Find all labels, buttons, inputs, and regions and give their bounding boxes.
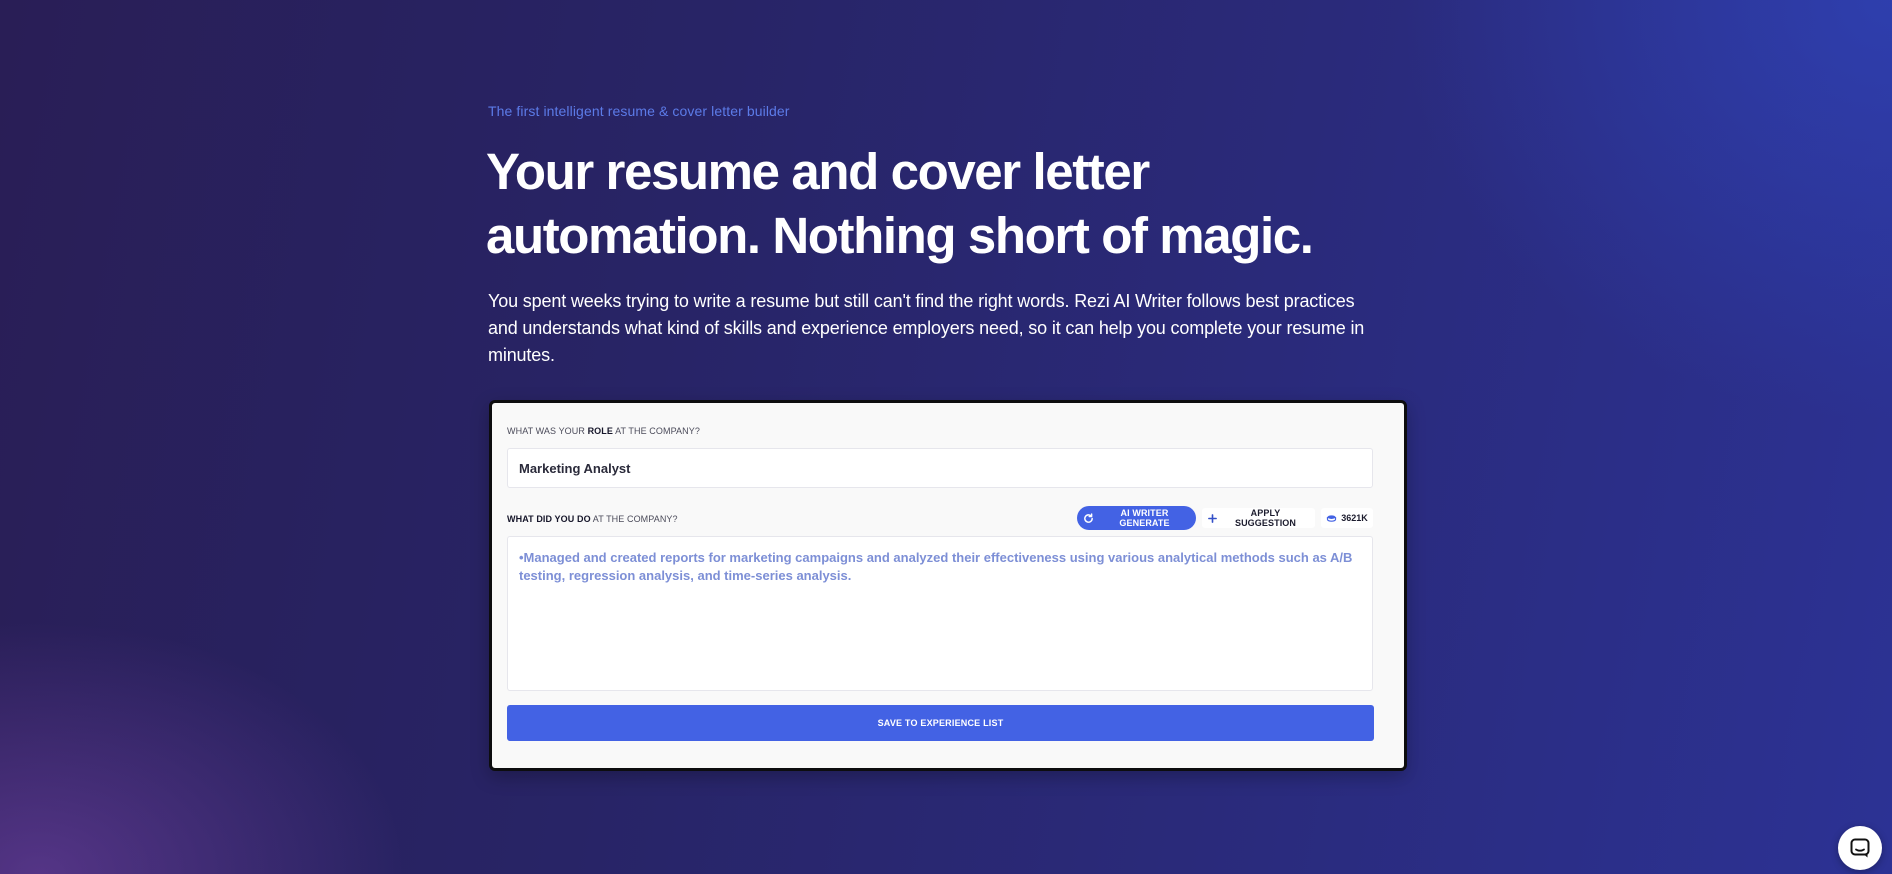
description-field-label: WHAT DID YOU DO AT THE COMPANY? bbox=[507, 514, 678, 524]
role-label-prefix: WHAT WAS YOUR bbox=[507, 426, 588, 436]
hero-subtitle: You spent weeks trying to write a resume… bbox=[488, 291, 1365, 365]
role-label-bold: ROLE bbox=[587, 426, 613, 436]
plus-icon bbox=[1208, 513, 1217, 523]
role-field-label: WHAT WAS YOUR ROLE AT THE COMPANY? bbox=[507, 426, 700, 436]
refresh-icon bbox=[1083, 512, 1094, 524]
role-label-suffix: AT THE COMPANY? bbox=[612, 426, 700, 436]
credits-badge: 3621K bbox=[1321, 508, 1373, 528]
headline-line-1: Your resume and cover letter bbox=[486, 143, 1150, 200]
apply-suggestion-button[interactable]: APPLY SUGGESTION bbox=[1202, 508, 1315, 528]
eyebrow-text: The first intelligent resume & cover let… bbox=[488, 103, 790, 119]
hero-headline: Your resume and cover letter automation.… bbox=[486, 140, 1386, 268]
headline-line-2: automation. Nothing short of magic. bbox=[486, 207, 1314, 264]
ai-writer-demo-card: WHAT WAS YOUR ROLE AT THE COMPANY? WHAT … bbox=[489, 400, 1407, 771]
credits-value: 3621K bbox=[1341, 513, 1368, 523]
description-label-bold: WHAT DID YOU DO bbox=[507, 514, 591, 524]
chat-icon bbox=[1849, 837, 1871, 859]
description-textarea[interactable]: •Managed and created reports for marketi… bbox=[507, 536, 1373, 691]
description-label-suffix: AT THE COMPANY? bbox=[590, 514, 678, 524]
role-input[interactable] bbox=[507, 448, 1373, 488]
apply-suggestion-label: APPLY SUGGESTION bbox=[1234, 508, 1296, 528]
ai-writer-generate-button[interactable]: AI WRITER GENERATE bbox=[1077, 506, 1196, 530]
coin-stack-icon bbox=[1326, 514, 1337, 523]
ai-writer-generate-label: AI WRITER GENERATE bbox=[1119, 508, 1170, 528]
description-text: •Managed and created reports for marketi… bbox=[519, 550, 1353, 583]
save-to-experience-list-button[interactable]: SAVE TO EXPERIENCE LIST bbox=[507, 705, 1374, 741]
chat-launcher-button[interactable] bbox=[1838, 826, 1882, 870]
